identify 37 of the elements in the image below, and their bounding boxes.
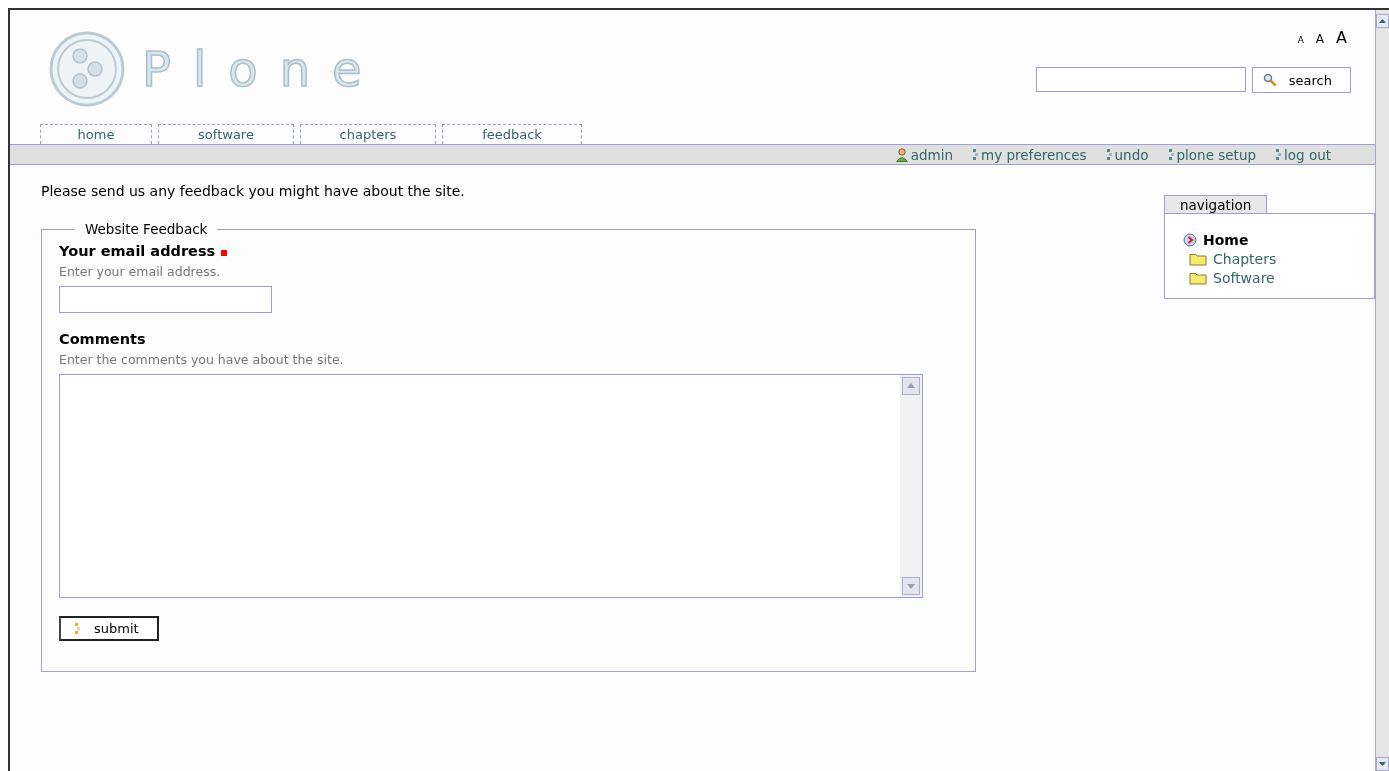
scroll-up-icon[interactable]	[1376, 14, 1389, 28]
personal-link[interactable]: my preferences	[973, 146, 1087, 163]
navigation-item[interactable]: Chapters	[1183, 251, 1360, 267]
required-marker	[221, 249, 228, 256]
bullet-icon	[973, 149, 979, 160]
bullet-icon	[1106, 149, 1112, 160]
personal-link[interactable]: admin	[895, 146, 954, 163]
user-icon	[895, 147, 908, 162]
bullet-icon	[1168, 149, 1174, 160]
field-help: Enter your email address.	[59, 264, 221, 279]
portlet-title: navigation	[1164, 195, 1268, 213]
search-icon	[1262, 73, 1277, 87]
scrollbar[interactable]	[1375, 10, 1389, 771]
field-label: Comments	[59, 331, 146, 347]
logo-icon	[48, 30, 126, 108]
navigation-item[interactable]: Software	[1183, 270, 1360, 286]
text-size-link[interactable]: A	[1297, 35, 1304, 45]
text-size-link[interactable]: A	[1336, 28, 1347, 47]
bullet-icon	[75, 623, 80, 634]
email-field[interactable]	[59, 286, 272, 313]
navigation-item[interactable]: Home	[1183, 232, 1360, 248]
intro-text: Please send us any feedback you might have about the site.	[41, 183, 466, 199]
personal-link[interactable]: undo	[1106, 146, 1149, 163]
bullet-icon	[1276, 149, 1281, 160]
text-size-link[interactable]: A	[1315, 32, 1325, 46]
form-legend: Website Feedback	[75, 221, 218, 237]
field-label: Your email address	[59, 243, 216, 259]
search-button[interactable]: search	[1251, 67, 1351, 93]
personal-link[interactable]: plone setup	[1168, 146, 1256, 163]
folder-icon	[1189, 252, 1207, 266]
scroll-down-icon[interactable]	[1376, 757, 1389, 771]
search-field[interactable]	[1035, 67, 1246, 92]
field-help: Enter the comments you have about the site.	[59, 352, 344, 367]
personal-link[interactable]: log out	[1276, 146, 1331, 163]
home-icon	[1183, 233, 1197, 247]
folder-icon	[1189, 271, 1207, 285]
submit-button[interactable]: submit	[59, 616, 159, 641]
